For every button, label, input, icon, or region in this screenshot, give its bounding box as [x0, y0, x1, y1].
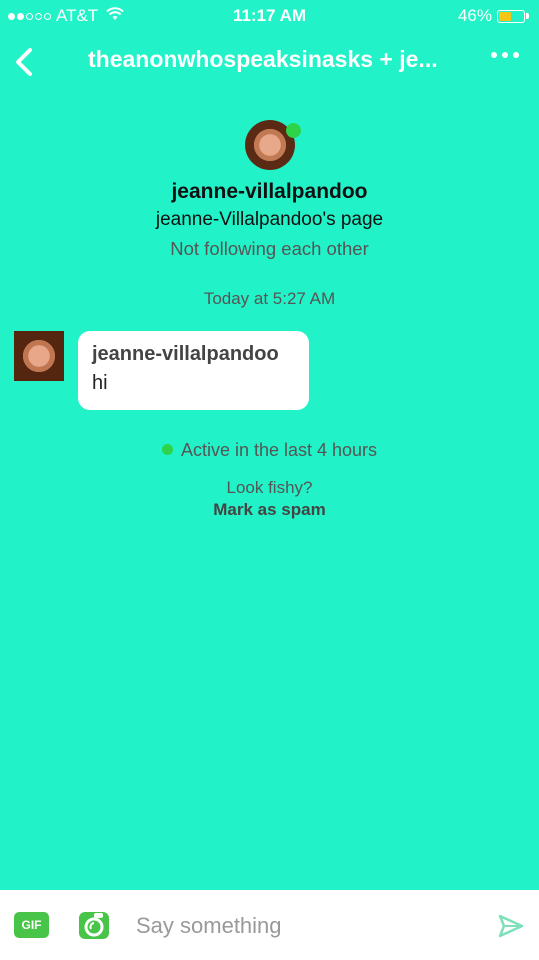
- camera-icon: [79, 912, 109, 939]
- participant-profile: jeanne-villalpandoo jeanne-Villalpandoo'…: [0, 120, 539, 260]
- message-composer: GIF: [0, 890, 539, 960]
- nav-bar: theanonwhospeaksinasks + je...: [0, 32, 539, 90]
- mark-as-spam-link[interactable]: Mark as spam: [0, 500, 539, 520]
- active-status: Active in the last 4 hours: [0, 440, 539, 461]
- fishy-prompt: Look fishy?: [226, 478, 313, 497]
- more-dot: [502, 52, 508, 58]
- back-button[interactable]: [8, 42, 40, 82]
- message-bubble[interactable]: jeanne-villalpandoo hi: [78, 331, 309, 410]
- message-text: hi: [92, 372, 108, 394]
- send-icon: [498, 914, 524, 938]
- profile-page-link[interactable]: jeanne-Villalpandoo's page: [0, 209, 539, 231]
- more-dot: [491, 52, 497, 58]
- follow-status: Not following each other: [170, 238, 369, 259]
- status-bar: AT&T 11:17 AM 46%: [0, 0, 539, 32]
- active-dot-icon: [161, 443, 173, 455]
- profile-avatar[interactable]: [244, 120, 301, 170]
- active-status-text: Active in the last 4 hours: [180, 440, 378, 460]
- sender-avatar[interactable]: [14, 331, 64, 381]
- send-button[interactable]: [497, 912, 525, 940]
- profile-name[interactable]: jeanne-villalpandoo: [0, 180, 539, 204]
- message-timestamp: Today at 5:27 AM: [203, 289, 336, 308]
- camera-button[interactable]: [78, 909, 110, 941]
- message-input[interactable]: [134, 908, 478, 944]
- chevron-left-icon: [16, 48, 32, 76]
- battery-tip: [526, 13, 529, 19]
- battery-icon: [497, 9, 525, 23]
- online-indicator: [285, 123, 301, 138]
- message-sender: jeanne-villalpandoo: [92, 343, 279, 365]
- conversation-title: theanonwhospeaksinasks + je...: [88, 46, 438, 72]
- status-right: 46%: [458, 6, 529, 26]
- battery-percent: 46%: [457, 6, 492, 25]
- more-dot: [513, 52, 519, 58]
- more-options-button[interactable]: [491, 52, 519, 58]
- gif-button[interactable]: GIF: [14, 912, 49, 938]
